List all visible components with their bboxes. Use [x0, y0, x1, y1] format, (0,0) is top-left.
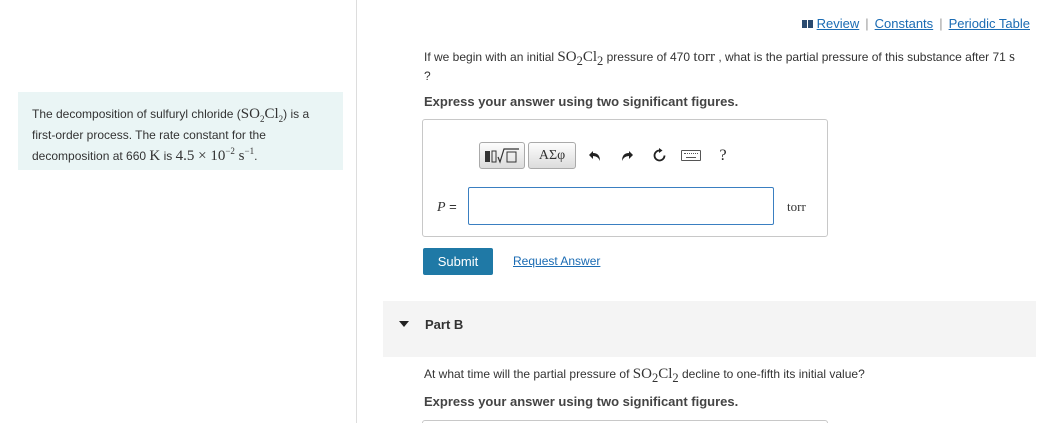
answer-box: ΑΣφ ? P = torr [422, 119, 828, 237]
undo-icon[interactable] [579, 142, 611, 169]
intro-text-3: is [160, 149, 176, 163]
variable-label: P = [437, 199, 457, 215]
part-a-instruction: Express your answer using two significan… [424, 94, 739, 109]
column-divider [356, 0, 357, 423]
submit-button[interactable]: Submit [423, 248, 493, 275]
link-separator: | [939, 16, 943, 31]
request-answer-link[interactable]: Request Answer [513, 254, 600, 268]
greek-symbols-button[interactable]: ΑΣφ [528, 142, 576, 169]
keyboard-icon[interactable] [675, 142, 707, 169]
part-a-question: If we begin with an initial SO2Cl2 press… [424, 49, 1016, 84]
part-b-question: At what time will the partial pressure o… [424, 366, 865, 386]
review-link[interactable]: Review [817, 16, 860, 31]
formula: SO2Cl2 [240, 106, 284, 124]
link-separator: | [865, 16, 869, 31]
help-icon[interactable]: ? [707, 142, 739, 169]
constants-link[interactable]: Constants [875, 16, 934, 31]
rate-constant: 4.5 × 10−2 s−1 [175, 146, 255, 164]
math-toolbar: ΑΣφ ? [479, 142, 739, 169]
problem-intro-panel: The decomposition of sulfuryl chloride (… [18, 92, 343, 170]
templates-icon [485, 147, 519, 164]
intro-end: . [254, 149, 258, 163]
answer-unit: torr [787, 199, 806, 214]
reset-icon[interactable] [643, 142, 675, 169]
templates-button[interactable] [479, 142, 525, 169]
collapse-triangle-icon [399, 321, 409, 327]
part-b-header[interactable]: Part B [383, 301, 1036, 357]
intro-text: The decomposition of sulfuryl chloride ( [32, 107, 241, 121]
part-b-title: Part B [425, 317, 464, 332]
kelvin-unit: K [149, 148, 161, 164]
answer-input[interactable] [468, 187, 774, 225]
book-icon [801, 19, 813, 28]
periodic-table-link[interactable]: Periodic Table [949, 16, 1030, 31]
part-b-instruction: Express your answer using two significan… [424, 394, 739, 409]
redo-icon[interactable] [611, 142, 643, 169]
resource-links: Review | Constants | Periodic Table [801, 16, 1030, 31]
